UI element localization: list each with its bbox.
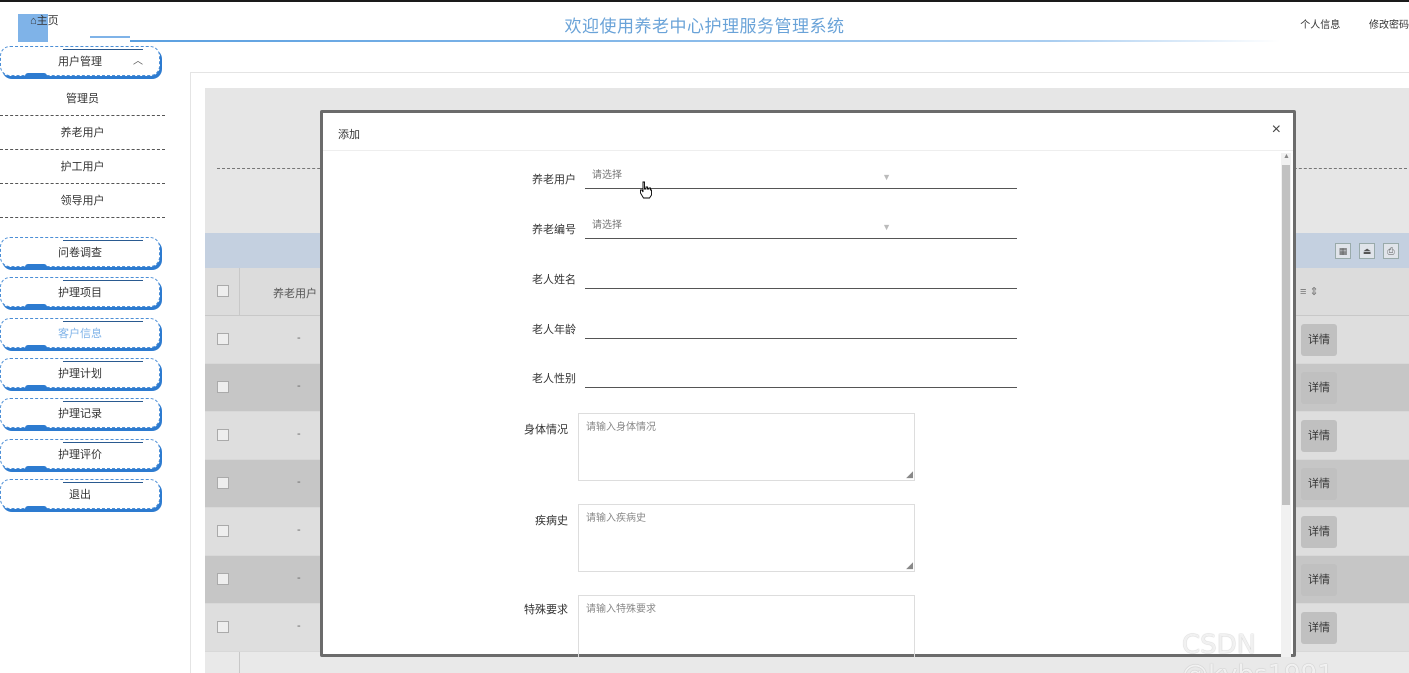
cell-value: - <box>297 524 301 536</box>
row-checkbox[interactable] <box>217 333 229 345</box>
row-checkbox[interactable] <box>217 621 229 633</box>
sidebar-item-care-record[interactable]: 护理记录 <box>0 398 160 431</box>
row-checkbox[interactable] <box>217 525 229 537</box>
profile-link[interactable]: 个人信息 <box>1300 20 1340 31</box>
row-checkbox[interactable] <box>217 477 229 489</box>
field-label: 老人年龄 <box>532 324 576 336</box>
elder-gender-input[interactable] <box>585 366 1017 388</box>
sidebar: 用户管理 ︿ 管理员 养老用户 护工用户 领导用户 问卷调查 护理项目 客户信息… <box>0 44 170 673</box>
scroll-up-icon[interactable]: ▲ <box>1283 153 1290 160</box>
field-label: 老人性别 <box>532 373 576 385</box>
field-label: 养老用户 <box>532 174 576 186</box>
detail-button[interactable]: 详情 <box>1301 324 1337 356</box>
sidebar-item-care-project[interactable]: 护理项目 <box>0 277 160 310</box>
topbar-divider <box>130 40 1280 42</box>
sidebar-item-survey[interactable]: 问卷调查 <box>0 237 160 270</box>
field-label: 特殊要求 <box>524 604 568 616</box>
elder-name-input[interactable] <box>585 267 1017 289</box>
select-all-checkbox[interactable] <box>217 285 229 297</box>
select-placeholder: 请选择 <box>592 220 622 231</box>
resize-handle-icon[interactable]: ◢ <box>906 560 913 571</box>
sidebar-subitem-elder-user[interactable]: 养老用户 <box>0 116 165 150</box>
hand-cursor-icon <box>640 181 652 199</box>
detail-button[interactable]: 详情 <box>1301 372 1337 404</box>
dialog-title: 添加 <box>338 129 360 141</box>
detail-button[interactable]: 详情 <box>1301 468 1337 500</box>
cell-value: - <box>297 620 301 632</box>
health-textarea[interactable]: 请输入身体情况 ◢ <box>578 413 915 481</box>
cell-value: - <box>297 332 301 344</box>
sidebar-item-care-evaluation[interactable]: 护理评价 <box>0 439 160 472</box>
sidebar-item-care-plan[interactable]: 护理计划 <box>0 358 160 391</box>
top-bar: ⌂主页 欢迎使用养老中心护理服务管理系统 个人信息 修改密码 <box>0 0 1409 42</box>
top-links: 个人信息 修改密码 <box>1300 16 1409 31</box>
dialog-header: 添加 × <box>323 113 1293 151</box>
dropdown-caret-icon: ▼ <box>882 222 891 232</box>
textarea-placeholder: 请输入特殊要求 <box>586 604 656 615</box>
textarea-placeholder: 请输入疾病史 <box>586 513 646 524</box>
dropdown-caret-icon: ▼ <box>882 172 891 182</box>
resize-handle-icon[interactable]: ◢ <box>906 469 913 480</box>
column-header-elder-user[interactable]: 养老用户 <box>273 285 317 301</box>
select-placeholder: 请选择 <box>592 170 622 181</box>
textarea-placeholder: 请输入身体情况 <box>586 422 656 433</box>
watermark: CSDN @kybs1991 <box>1182 630 1334 673</box>
detail-button[interactable]: 详情 <box>1301 420 1337 452</box>
detail-button[interactable]: 详情 <box>1301 516 1337 548</box>
cell-value: - <box>297 572 301 584</box>
history-textarea[interactable]: 请输入疾病史 ◢ <box>578 504 915 572</box>
cell-value: - <box>297 380 301 392</box>
grid-icon[interactable]: ▦ <box>1335 243 1351 259</box>
sidebar-item-customer-info[interactable]: 客户信息 <box>0 318 160 351</box>
row-checkbox[interactable] <box>217 429 229 441</box>
detail-button[interactable]: 详情 <box>1301 564 1337 596</box>
chevron-up-icon: ︿ <box>133 56 143 67</box>
sidebar-item-user-management[interactable]: 用户管理 ︿ <box>0 46 160 79</box>
sidebar-item-label: 用户管理 <box>58 56 102 68</box>
close-icon[interactable]: × <box>1272 121 1281 139</box>
scrollbar-thumb[interactable] <box>1282 165 1290 505</box>
sidebar-item-logout[interactable]: 退出 <box>0 479 160 512</box>
sort-icon[interactable]: ≡ ⇕ <box>1300 285 1319 298</box>
sidebar-subitem-admin[interactable]: 管理员 <box>0 82 165 116</box>
field-label: 疾病史 <box>535 515 568 527</box>
dialog-scrollbar[interactable]: ▲ <box>1281 153 1291 657</box>
cell-value: - <box>297 476 301 488</box>
cell-value: - <box>297 428 301 440</box>
field-label: 身体情况 <box>524 424 568 436</box>
main-topline <box>190 72 1409 73</box>
elder-age-input[interactable] <box>585 317 1017 339</box>
elder-no-select[interactable]: 请选择 ▼ <box>585 217 1017 239</box>
row-checkbox[interactable] <box>217 573 229 585</box>
change-password-link[interactable]: 修改密码 <box>1369 20 1409 31</box>
field-label: 养老编号 <box>532 224 576 236</box>
add-dialog: 添加 × 养老用户 请选择 ▼ 养老编号 请选择 ▼ 老人姓名 老人年龄 老人性… <box>320 110 1296 657</box>
sidebar-subitem-caregiver-user[interactable]: 护工用户 <box>0 150 165 184</box>
dialog-body: 养老用户 请选择 ▼ 养老编号 请选择 ▼ 老人姓名 老人年龄 老人性别 身体情… <box>323 151 1281 657</box>
main-divider <box>190 72 191 673</box>
row-checkbox[interactable] <box>217 381 229 393</box>
sidebar-subitem-leader-user[interactable]: 领导用户 <box>0 184 165 218</box>
page-title: 欢迎使用养老中心护理服务管理系统 <box>564 17 845 36</box>
special-textarea[interactable]: 请输入特殊要求 <box>578 595 915 657</box>
print-icon[interactable]: ⎙ <box>1383 243 1399 259</box>
export-icon[interactable]: ⏏ <box>1359 243 1375 259</box>
field-label: 老人姓名 <box>532 274 576 286</box>
